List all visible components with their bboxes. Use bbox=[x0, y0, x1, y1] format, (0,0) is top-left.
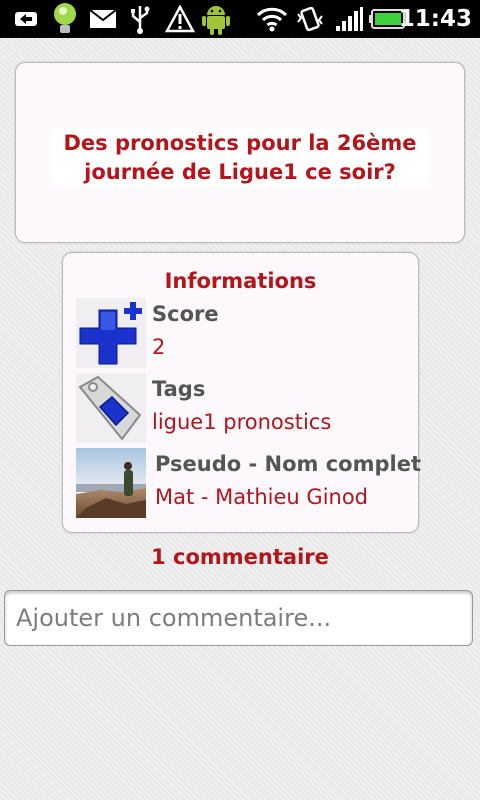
usb-icon bbox=[126, 0, 154, 38]
signal-icon bbox=[334, 0, 364, 38]
score-value: 2 bbox=[152, 335, 166, 359]
question-card: Des pronostics pour la 26ème journée de … bbox=[15, 62, 465, 243]
question-line-1: Des pronostics pour la 26ème bbox=[63, 131, 417, 155]
information-card: Informations Score 2 Tags ligue1 pronost… bbox=[62, 252, 421, 533]
author-avatar bbox=[76, 448, 146, 518]
author-value[interactable]: Mat - Mathieu Ginod bbox=[155, 485, 368, 509]
lightbulb-notification-icon bbox=[50, 0, 80, 38]
tags-value: ligue1 pronostics bbox=[152, 410, 332, 434]
score-label: Score bbox=[152, 302, 219, 326]
tag-icon bbox=[76, 373, 146, 443]
mail-icon bbox=[88, 0, 118, 38]
comment-count[interactable]: 1 commentaire bbox=[0, 545, 480, 569]
question-line-2: journée de Ligue1 ce soir? bbox=[84, 160, 396, 184]
warning-icon bbox=[164, 0, 196, 38]
wifi-icon bbox=[255, 0, 289, 38]
add-comment-input[interactable] bbox=[4, 590, 473, 646]
question-title: Des pronostics pour la 26ème journée de … bbox=[16, 129, 464, 187]
usb-connected-icon bbox=[12, 0, 40, 38]
tags-label: Tags bbox=[152, 377, 206, 401]
vibrate-icon bbox=[294, 0, 326, 38]
clock: 11:43 bbox=[398, 6, 472, 32]
android-icon bbox=[200, 0, 232, 38]
score-plus-icon bbox=[76, 298, 146, 368]
author-label: Pseudo - Nom complet bbox=[155, 452, 421, 476]
status-bar: 11:43 bbox=[0, 0, 480, 38]
information-title: Informations bbox=[164, 269, 317, 293]
